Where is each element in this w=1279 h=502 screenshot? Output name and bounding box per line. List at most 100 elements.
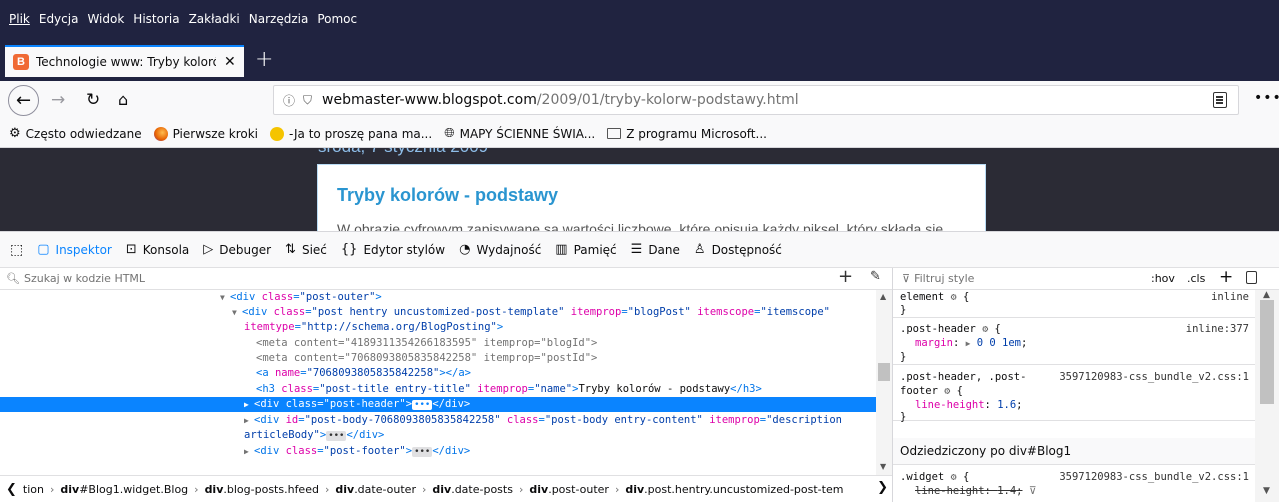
filter-icon[interactable]: ⊽ [1029, 485, 1037, 497]
reload-button[interactable]: ↻ [86, 90, 100, 110]
menu-widok[interactable]: Widok [87, 12, 124, 26]
breadcrumb-item[interactable]: tion [23, 483, 44, 496]
collapse-arrow-icon[interactable]: ▼ [232, 305, 242, 320]
tab-konsola[interactable]: ⊡ Konsola [126, 242, 189, 257]
rule-selector[interactable]: element ⚙ { [900, 290, 969, 304]
scroll-down-icon[interactable]: ▼ [1263, 486, 1270, 496]
rule-source[interactable]: inline:377 [1186, 322, 1249, 336]
menu-edycja[interactable]: Edycja [39, 12, 79, 26]
gear-icon[interactable]: ⚙ [944, 386, 950, 397]
scroll-up-icon[interactable]: ▲ [880, 292, 886, 301]
url-bar[interactable]: ⓘ ⛉ webmaster-www.blogspot.com/2009/01/t… [273, 85, 1239, 115]
tree-node-post-hentry[interactable]: ▼ <div class="post hentry uncustomized-po… [0, 305, 876, 320]
tree-node-post-body[interactable]: ▶ <div id="post-body-7068093805835842258"… [0, 413, 876, 428]
forward-button[interactable]: → [51, 90, 65, 110]
style-editor-icon: {} [340, 242, 358, 257]
eyedropper-icon[interactable]: ✎ [870, 269, 881, 284]
menu-pomoc[interactable]: Pomoc [317, 12, 357, 26]
tab-edytor-stylow[interactable]: {} Edytor stylów [341, 242, 445, 257]
close-tab-icon[interactable]: ✕ [224, 54, 236, 70]
tab-wydajnosc[interactable]: ◔ Wydajność [459, 242, 541, 257]
rule-declaration-overridden[interactable]: line-height: 1.4; ⊽ [915, 484, 1037, 498]
breadcrumb-item[interactable]: div.date-outer [335, 483, 416, 496]
bookmark-mapy-scienne[interactable]: 🌐︎ MAPY ŚCIENNE ŚWIA... [444, 126, 595, 141]
add-rule-button[interactable]: + [1219, 267, 1233, 287]
tree-node-h3[interactable]: <h3 class="post-title entry-title" itemp… [0, 382, 876, 397]
scroll-up-icon[interactable]: ▲ [1263, 290, 1270, 300]
gear-icon[interactable]: ⚙ [982, 324, 988, 335]
scroll-down-icon[interactable]: ▼ [880, 462, 886, 471]
gear-icon[interactable]: ⚙ [951, 292, 957, 303]
rule-selector[interactable]: .post-header, .post- [900, 370, 1026, 384]
breadcrumb-item[interactable]: div#Blog1.widget.Blog [60, 483, 188, 496]
breadcrumb-item[interactable]: div.blog-posts.hfeed [205, 483, 319, 496]
menu-plik[interactable]: Plik [9, 12, 30, 26]
storage-icon: ☰ [630, 242, 643, 257]
tree-node-anchor[interactable]: <a name="7068093805835842258"></a> [0, 366, 876, 381]
expand-arrow-icon[interactable]: ▶ [244, 444, 254, 459]
home-button[interactable]: ⌂ [118, 90, 128, 109]
rule-selector[interactable]: .widget ⚙ { [900, 470, 969, 484]
bookmark-ja-to-prosze[interactable]: -Ja to proszę pana ma... [270, 126, 432, 141]
expand-shorthand-icon[interactable]: ▶ [966, 339, 971, 348]
markup-scrollbar[interactable]: ▲ ▼ [876, 290, 892, 475]
bookmark-pierwsze-kroki[interactable]: Pierwsze kroki [153, 126, 258, 141]
hov-toggle-button[interactable]: :hov [1151, 272, 1175, 285]
breadcrumb-item[interactable]: div.date-posts [432, 483, 513, 496]
rule-source[interactable]: 3597120983-css_bundle_v2.css:1 [1059, 470, 1249, 484]
menu-narzedzia[interactable]: Narzędzia [249, 12, 309, 26]
collapsed-content-icon[interactable]: ••• [326, 431, 347, 441]
more-actions-icon[interactable]: ••• [1254, 90, 1279, 106]
tree-node-post-outer[interactable]: ▼ <div class="post-outer"> [0, 290, 876, 305]
menu-historia[interactable]: Historia [133, 12, 179, 26]
bookmark-czesto-odwiedzane[interactable]: ⚙ Często odwiedzane [9, 126, 142, 141]
tab-siec[interactable]: ⇅ Sieć [285, 242, 327, 257]
expand-arrow-icon[interactable]: ▶ [244, 413, 254, 428]
collapsed-content-icon[interactable]: ••• [412, 447, 433, 457]
collapse-arrow-icon[interactable]: ▼ [220, 290, 230, 305]
post-title[interactable]: Tryby kolorów - podstawy [337, 185, 558, 206]
post-card: Tryby kolorów - podstawy W obrazie cyfro… [317, 164, 986, 231]
scrollbar-thumb[interactable] [1260, 300, 1274, 404]
breadcrumb: ❮ tion › div#Blog1.widget.Blog › div.blog-… [0, 475, 892, 502]
reader-view-icon[interactable] [1213, 92, 1227, 108]
rule-source[interactable]: 3597120983-css_bundle_v2.css:1 [1059, 370, 1249, 384]
tab-debuger[interactable]: ▷ Debuger [203, 242, 271, 257]
breadcrumb-item[interactable]: div.post-outer [529, 483, 609, 496]
blogger-favicon-icon: B [13, 54, 29, 70]
browser-tab[interactable]: B Technologie www: Tryby koloró ✕ [5, 45, 244, 77]
rule-declaration[interactable]: margin: ▶ 0 0 1em; [915, 336, 1027, 350]
html-search-input[interactable]: 🔍︎ Szukaj w kodzie HTML + ✎ [0, 266, 892, 290]
element-picker-icon[interactable]: ⬚ [10, 242, 23, 258]
collapsed-content-icon[interactable]: ••• [412, 400, 433, 410]
gear-icon[interactable]: ⚙ [951, 472, 957, 483]
rules-scrollbar[interactable]: ▲ ▼ [1255, 290, 1279, 502]
breadcrumb-scroll-left-icon[interactable]: ❮ [6, 482, 17, 497]
add-node-button[interactable]: + [838, 266, 853, 287]
tree-node-meta-postid[interactable]: <meta content="7068093805835842258" item… [0, 351, 876, 366]
cls-toggle-button[interactable]: .cls [1187, 272, 1205, 285]
tree-node-post-footer[interactable]: ▶ <div class="post-footer"> ••• </div> [0, 444, 876, 459]
tab-dostepnosc[interactable]: ♙ Dostępność [694, 242, 782, 257]
rule-source[interactable]: inline [1211, 290, 1249, 304]
info-icon[interactable]: ⓘ [283, 92, 295, 109]
tab-pamiec[interactable]: ▥ Pamięć [555, 242, 616, 257]
print-media-icon[interactable] [1246, 271, 1257, 284]
styles-filter-input[interactable]: ⊽ Filtruj style :hov .cls + [893, 267, 1279, 290]
new-tab-button[interactable]: + [255, 47, 273, 72]
shield-icon[interactable]: ⛉ [303, 93, 312, 108]
rule-selector[interactable]: .post-header ⚙ { [900, 322, 1001, 336]
tab-inspektor[interactable]: ▢ Inspektor [37, 242, 112, 257]
back-button[interactable]: ← [8, 85, 39, 116]
expand-arrow-icon[interactable]: ▶ [244, 397, 254, 412]
breadcrumb-item[interactable]: div.post.hentry.uncustomized-post-tem [625, 483, 843, 496]
tree-node-post-header-selected[interactable]: ▶ <div class="post-header"> ••• </div> [0, 397, 876, 412]
breadcrumb-scroll-right-icon[interactable]: ❯ [877, 480, 888, 495]
rule-declaration[interactable]: line-height: 1.6; [915, 398, 1023, 412]
post-body: W obrazie cyfrowym zapisywane są wartośc… [337, 221, 944, 231]
scrollbar-thumb[interactable] [878, 363, 890, 381]
tab-dane[interactable]: ☰ Dane [631, 242, 680, 257]
tree-node-meta-blogid[interactable]: <meta content="4189311354266183595" item… [0, 336, 876, 351]
bookmark-z-programu-microsoft[interactable]: Z programu Microsoft... [607, 127, 767, 141]
menu-zakladki[interactable]: Zakładki [189, 12, 240, 26]
